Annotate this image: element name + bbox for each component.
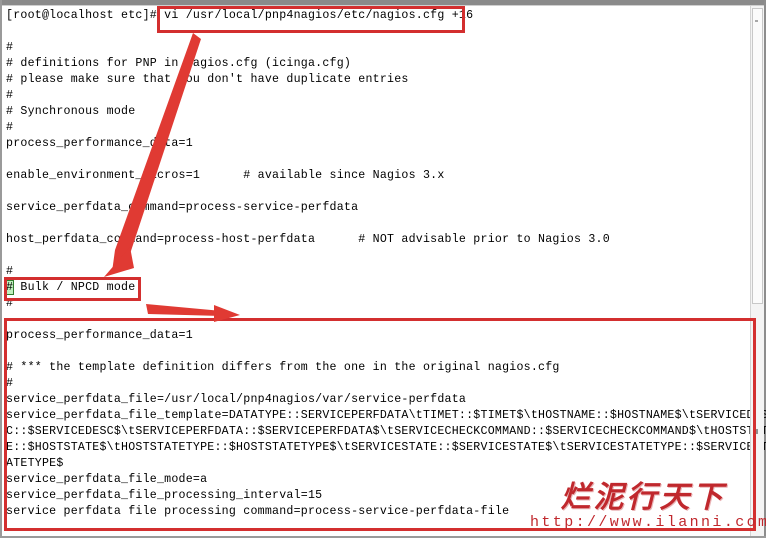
terminal-line-text: Bulk / NPCD mode xyxy=(13,281,136,294)
terminal-line: enable_environment_macros=1 # available … xyxy=(6,169,445,182)
terminal-line: [root@localhost etc]# vi /usr/local/pnp4… xyxy=(6,9,474,22)
terminal-line: service perfdata file processing command… xyxy=(6,505,510,518)
scrollbar-tick-icon xyxy=(755,20,758,22)
terminal-line: service_perfdata_file_processing_interva… xyxy=(6,489,323,502)
terminal-line: service_perfdata_file=/usr/local/pnp4nag… xyxy=(6,393,467,406)
terminal-line: # definitions for PNP in nagios.cfg (ici… xyxy=(6,57,352,70)
terminal-line: # xyxy=(6,41,14,54)
terminal-line: # please make sure that you don't have d… xyxy=(6,73,409,86)
terminal-window: [root@localhost etc]# vi /usr/local/pnp4… xyxy=(0,0,766,538)
vertical-scrollbar[interactable] xyxy=(750,6,764,536)
terminal-line: # xyxy=(6,377,14,390)
terminal-line: service_perfdata_file_template=DATATYPE:… xyxy=(6,409,766,422)
scrollbar-thumb[interactable] xyxy=(752,8,763,304)
terminal-line: C::$SERVICEDESC$\tSERVICEPERFDATA::$SERV… xyxy=(6,425,766,438)
terminal-line: # *** the template definition differs fr… xyxy=(6,361,560,374)
terminal-line: # Synchronous mode xyxy=(6,105,136,118)
terminal-line: process_performance_data=1 xyxy=(6,329,193,342)
terminal-line: # Bulk / NPCD mode xyxy=(4,280,746,296)
scrollbar-tick-lower-icon xyxy=(755,429,758,434)
terminal-line: # xyxy=(6,89,14,102)
terminal-line: ATETYPE$ xyxy=(6,457,64,470)
terminal-line: host_perfdata_command=process-host-perfd… xyxy=(6,233,610,246)
terminal-line: # xyxy=(6,121,14,134)
terminal-line: # xyxy=(6,297,14,310)
terminal-line: # xyxy=(6,265,14,278)
terminal-line: E::$HOSTSTATE$\tHOSTSTATETYPE::$HOSTSTAT… xyxy=(6,441,766,454)
terminal-line: service_perfdata_file_mode=a xyxy=(6,473,208,486)
terminal-text-area[interactable]: [root@localhost etc]# vi /usr/local/pnp4… xyxy=(4,8,766,533)
terminal-line: service_perfdata_command=process-service… xyxy=(6,201,359,214)
terminal-line: process_performance_data=1 xyxy=(6,137,193,150)
